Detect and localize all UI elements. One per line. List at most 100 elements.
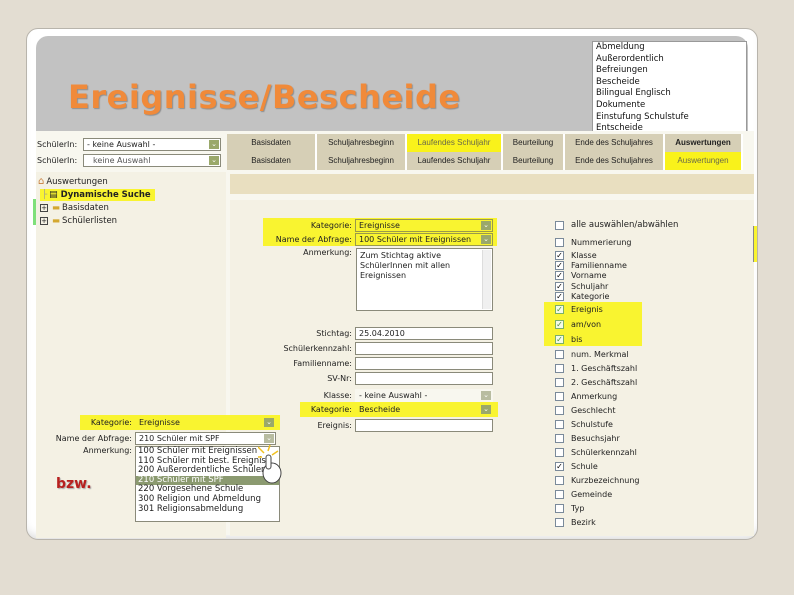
chevron-down-icon[interactable]: ⌄ xyxy=(481,221,491,230)
kategorie2-select[interactable]: Bescheide ⌄ xyxy=(355,403,493,416)
kategorie-select[interactable]: Ereignisse ⌄ xyxy=(355,219,493,232)
listbox-option[interactable]: Dokumente xyxy=(596,100,746,112)
checkbox[interactable] xyxy=(555,350,564,359)
tab-auswertungen[interactable]: Auswertungen xyxy=(665,152,743,170)
tab-laufendes-schuljahr[interactable]: Laufendes Schuljahr xyxy=(407,134,503,152)
column-option[interactable]: Schülerkennzahl xyxy=(555,448,637,457)
column-option[interactable]: ✓ Vorname xyxy=(555,271,607,280)
chevron-down-icon[interactable]: ⌄ xyxy=(481,235,491,244)
klasse-select[interactable]: - keine Auswahl - ⌄ xyxy=(355,389,493,402)
listbox-option[interactable]: Bilingual Englisch xyxy=(596,88,746,100)
tab-ende-des-schuljahres[interactable]: Ende des Schuljahres xyxy=(565,152,665,170)
tab-basisdaten[interactable]: Basisdaten xyxy=(227,152,317,170)
checkbox-checked[interactable]: ✓ xyxy=(555,292,564,301)
column-option[interactable]: num. Merkmal xyxy=(555,350,629,359)
column-option[interactable]: Kurzbezeichnung xyxy=(555,476,640,485)
checkbox[interactable] xyxy=(555,476,564,485)
chevron-down-icon[interactable]: ⌄ xyxy=(481,391,491,400)
dropdown-option[interactable]: 301 Religionsabmeldung xyxy=(136,504,279,515)
tab-schuljahresbeginn[interactable]: Schuljahresbeginn xyxy=(317,152,407,170)
tab-beurteilung[interactable]: Beurteilung xyxy=(503,134,565,152)
student-select[interactable]: keine Auswahl ⌄ xyxy=(83,154,221,167)
checkbox[interactable] xyxy=(555,364,564,373)
tab-ende-des-schuljahres[interactable]: Ende des Schuljahres xyxy=(565,134,665,152)
kategorie2-label: Kategorie: xyxy=(310,405,352,414)
inset-abfrage-label: Name der Abfrage: xyxy=(55,434,132,443)
column-option[interactable]: ✓ Schuljahr xyxy=(555,282,608,291)
checkbox[interactable] xyxy=(555,490,564,499)
scrollbar[interactable] xyxy=(753,226,757,262)
chevron-down-icon[interactable]: ⌄ xyxy=(481,405,491,414)
checkbox-checked[interactable]: ✓ xyxy=(555,251,564,260)
inset-abfrage-select[interactable]: 210 Schüler mit SPF ⌄ xyxy=(135,432,276,445)
column-option[interactable]: Geschlecht xyxy=(555,406,616,415)
column-option[interactable]: ✓ am/von xyxy=(555,320,601,329)
checkbox[interactable] xyxy=(555,406,564,415)
chevron-down-icon[interactable]: ⌄ xyxy=(264,434,274,443)
checkbox[interactable] xyxy=(555,238,564,247)
tree-item-basisdaten[interactable]: + ▬ Basisdaten xyxy=(40,203,109,213)
listbox-option[interactable]: Befreiungen xyxy=(596,65,746,77)
column-option[interactable]: ✓ bis xyxy=(555,335,582,344)
abfrage-select[interactable]: 100 Schüler mit Ereignissen ⌄ xyxy=(355,233,493,246)
scrollbar[interactable] xyxy=(482,250,491,309)
familienname-input[interactable] xyxy=(355,357,493,370)
column-option[interactable]: Bezirk xyxy=(555,518,596,527)
checkbox-checked[interactable]: ✓ xyxy=(555,462,564,471)
checkbox-checked[interactable]: ✓ xyxy=(555,305,564,314)
expand-icon[interactable]: + xyxy=(40,204,48,212)
tree-root[interactable]: ⌂ Auswertungen xyxy=(38,176,108,187)
tab-schuljahresbeginn[interactable]: Schuljahresbeginn xyxy=(317,134,407,152)
tab-laufendes-schuljahr[interactable]: Laufendes Schuljahr xyxy=(407,152,503,170)
column-option-label: bis xyxy=(571,335,583,344)
student-select[interactable]: - keine Auswahl - ⌄ xyxy=(83,138,221,151)
checkbox-checked[interactable]: ✓ xyxy=(555,282,564,291)
checkbox[interactable] xyxy=(555,448,564,457)
column-option[interactable]: 2. Geschäftszahl xyxy=(555,378,637,387)
column-option[interactable]: 1. Geschäftszahl xyxy=(555,364,637,373)
checkbox[interactable] xyxy=(555,504,564,513)
column-option[interactable]: Typ xyxy=(555,504,584,513)
stichtag-input[interactable]: 25.04.2010 xyxy=(355,327,493,340)
checkbox[interactable] xyxy=(555,434,564,443)
checkbox-checked[interactable]: ✓ xyxy=(555,261,564,270)
tree-item-schuelerlisten[interactable]: + ▬ Schülerlisten xyxy=(40,216,117,226)
tab-auswertungen[interactable]: Auswertungen xyxy=(665,134,743,152)
column-option[interactable]: ✓ Familienname xyxy=(555,261,627,270)
column-option[interactable]: ✓ Kategorie xyxy=(555,292,609,301)
column-option[interactable]: ✓ Schule xyxy=(555,462,598,471)
column-option[interactable]: ✓ Ereignis xyxy=(555,305,603,314)
listbox-option[interactable]: Einstufung Schulstufe xyxy=(596,112,746,124)
checkbox[interactable] xyxy=(555,420,564,429)
column-option[interactable]: ✓ Klasse xyxy=(555,251,597,260)
chevron-down-icon[interactable]: ⌄ xyxy=(209,140,219,149)
select-all-checkbox[interactable]: alle auswählen/abwählen xyxy=(555,220,678,230)
column-option[interactable]: Besuchsjahr xyxy=(555,434,620,443)
checkbox[interactable] xyxy=(555,378,564,387)
column-option[interactable]: Schulstufe xyxy=(555,420,613,429)
checkbox[interactable] xyxy=(555,518,564,527)
listbox-option[interactable]: Abmeldung xyxy=(596,42,746,54)
checkbox-checked[interactable]: ✓ xyxy=(555,320,564,329)
listbox-option[interactable]: Außerordentlich xyxy=(596,54,746,66)
column-option[interactable]: Anmerkung xyxy=(555,392,617,401)
chevron-down-icon[interactable]: ⌄ xyxy=(209,156,219,165)
column-option[interactable]: Gemeinde xyxy=(555,490,612,499)
tab-beurteilung[interactable]: Beurteilung xyxy=(503,152,565,170)
checkbox[interactable] xyxy=(555,392,564,401)
anmerkung-textarea[interactable]: Zum Stichtag aktive SchülerInnen mit all… xyxy=(356,248,493,311)
schuelerkennzahl-input[interactable] xyxy=(355,342,493,355)
checkbox-checked[interactable]: ✓ xyxy=(555,335,564,344)
chevron-down-icon[interactable]: ⌄ xyxy=(264,418,274,427)
expand-icon[interactable]: + xyxy=(40,217,48,225)
listbox-option[interactable]: Bescheide xyxy=(596,77,746,89)
tree-item-dynamische-suche[interactable]: ├ ▤ Dynamische Suche xyxy=(40,189,155,201)
inset-kategorie-select[interactable]: Ereignisse ⌄ xyxy=(135,416,276,429)
svnr-input[interactable] xyxy=(355,372,493,385)
checkbox-checked[interactable]: ✓ xyxy=(555,271,564,280)
tab-basisdaten[interactable]: Basisdaten xyxy=(227,134,317,152)
column-option[interactable]: Nummerierung xyxy=(555,238,632,247)
checkbox[interactable] xyxy=(555,220,564,230)
category-listbox[interactable]: Abmeldung Außerordentlich Befreiungen Besch… xyxy=(592,41,747,132)
ereignis-input[interactable] xyxy=(355,419,493,432)
